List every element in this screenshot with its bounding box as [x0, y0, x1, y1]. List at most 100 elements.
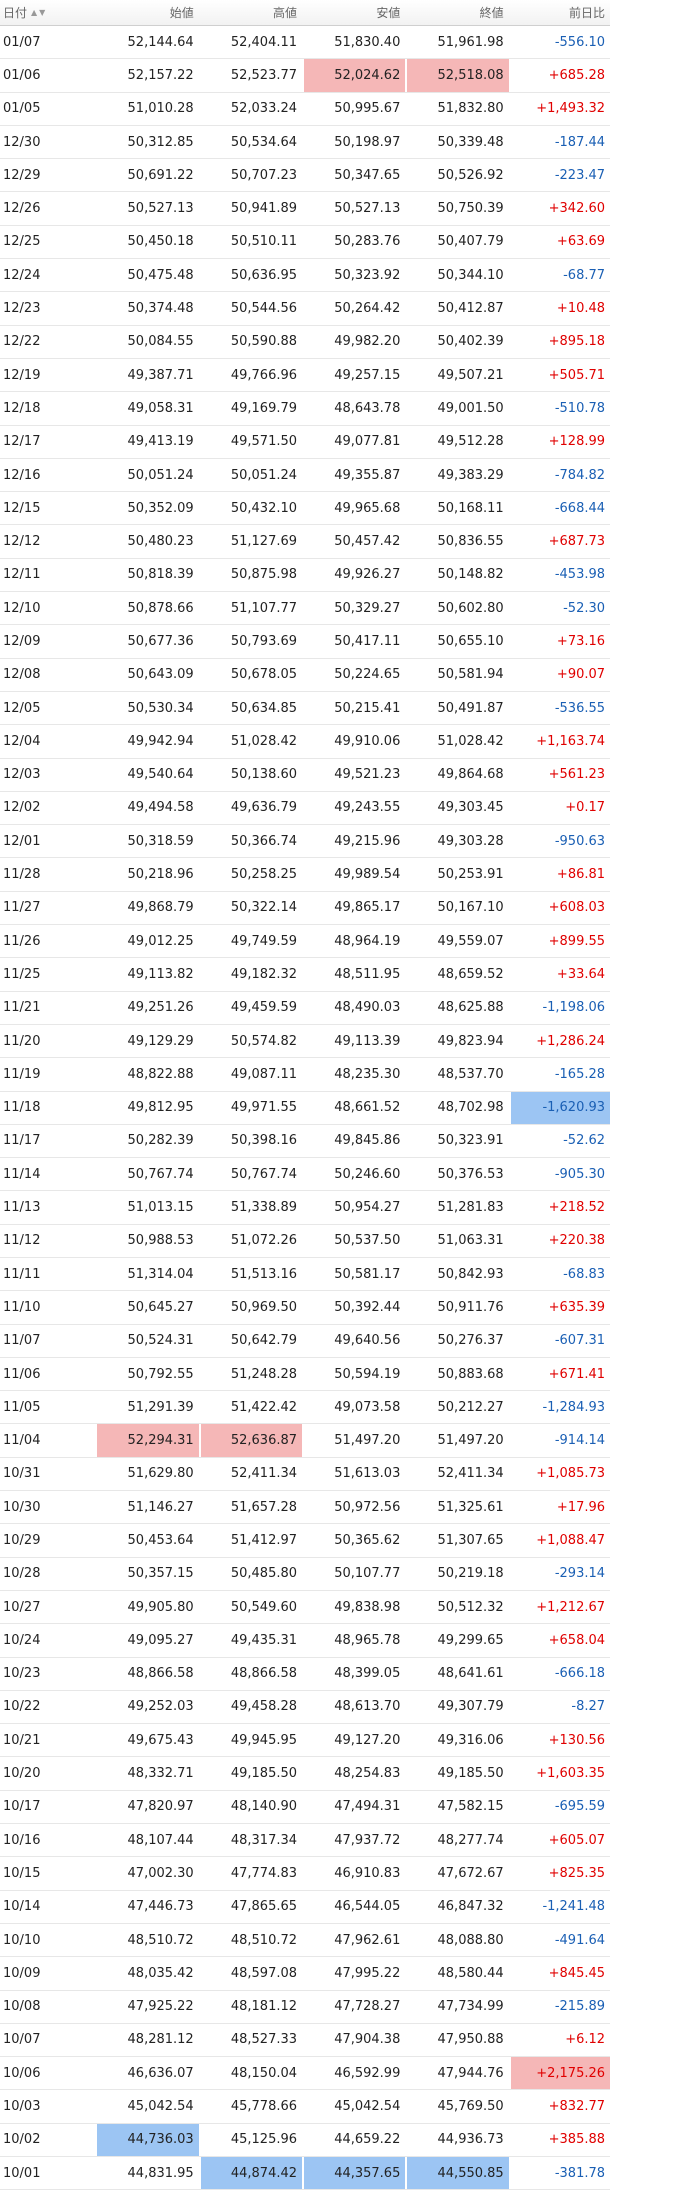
date-cell: 12/09	[3, 633, 41, 649]
close-cell: 50,323.91	[437, 1133, 504, 1149]
open-cell: 48,822.88	[127, 1066, 194, 1082]
change-cell: +832.77	[548, 2099, 606, 2115]
change-cell: +635.39	[548, 1299, 606, 1315]
date-cell: 10/09	[3, 1965, 41, 1981]
change-cell: -905.30	[554, 1166, 606, 1182]
high-cell: 51,072.26	[230, 1233, 298, 1249]
change-cell: +63.69	[556, 234, 606, 250]
date-cell: 11/11	[3, 1266, 41, 1282]
table-row: 12/30 50,312.85 50,534.64 50,198.97 50,339.4…	[0, 126, 610, 160]
header-close[interactable]: 終値	[407, 0, 508, 25]
sort-asc-icon[interactable]: ▲	[31, 8, 39, 17]
close-cell: 49,864.68	[437, 767, 504, 783]
sort-desc-icon[interactable]: ▼	[39, 8, 47, 17]
date-cell: 12/17	[3, 434, 41, 450]
table-body: 01/07 52,144.64 52,404.11 51,830.40 51,961.9…	[0, 26, 611, 2190]
table-row: 12/15 50,352.09 50,432.10 49,965.68 50,168.1…	[0, 492, 610, 526]
date-cell: 12/18	[3, 400, 41, 416]
close-cell: 48,537.70	[437, 1066, 504, 1082]
open-cell: 50,352.09	[127, 500, 194, 516]
change-cell: -1,198.06	[542, 1000, 606, 1016]
header-low[interactable]: 安値	[304, 0, 405, 25]
high-cell: 49,087.11	[230, 1066, 298, 1082]
change-cell: -510.78	[554, 400, 606, 416]
high-cell: 50,534.64	[230, 134, 298, 150]
low-cell: 48,490.03	[334, 1000, 401, 1016]
change-cell: +73.16	[556, 633, 606, 649]
high-cell: 50,793.69	[230, 633, 298, 649]
low-cell: 44,357.65	[304, 2157, 406, 2190]
open-cell: 49,905.80	[127, 1599, 194, 1615]
change-cell: -607.31	[554, 1333, 606, 1349]
change-cell: +671.41	[548, 1366, 606, 1382]
open-cell: 48,332.71	[127, 1766, 194, 1782]
low-cell: 50,283.76	[334, 234, 401, 250]
open-cell: 50,312.85	[127, 134, 194, 150]
date-cell: 11/28	[3, 867, 41, 883]
table-row: 11/26 49,012.25 49,749.59 48,964.19 49,559.0…	[0, 925, 610, 959]
header-date[interactable]: 日付 ▲▼	[0, 0, 97, 25]
high-cell: 48,597.08	[230, 1965, 298, 1981]
table-row: 10/09 48,035.42 48,597.08 47,995.22 48,580.4…	[0, 1957, 610, 1991]
table-row: 12/19 49,387.71 49,766.96 49,257.15 49,507.2…	[0, 359, 610, 393]
low-cell: 47,937.72	[334, 1832, 401, 1848]
date-cell: 10/15	[3, 1865, 41, 1881]
table-row: 12/29 50,691.22 50,707.23 50,347.65 50,526.9…	[0, 159, 610, 193]
high-cell: 52,523.77	[230, 67, 298, 83]
table-row: 12/01 50,318.59 50,366.74 49,215.96 49,303.2…	[0, 825, 610, 859]
high-cell: 49,945.95	[230, 1732, 298, 1748]
header-high[interactable]: 高値	[201, 0, 302, 25]
close-cell: 49,299.65	[437, 1632, 504, 1648]
change-cell: +658.04	[548, 1632, 606, 1648]
close-cell: 49,185.50	[437, 1766, 504, 1782]
low-cell: 50,215.41	[334, 700, 401, 716]
change-cell: -491.64	[554, 1932, 606, 1948]
close-cell: 49,507.21	[437, 367, 504, 383]
open-cell: 49,251.26	[127, 1000, 194, 1016]
high-cell: 50,636.95	[230, 267, 298, 283]
low-cell: 48,511.95	[334, 966, 401, 982]
close-cell: 50,344.10	[437, 267, 504, 283]
close-cell: 50,655.10	[437, 633, 504, 649]
price-history-table: 日付 ▲▼ 始値 高値 安値 終値 前日比 01/07 52,144.64 52,4…	[0, 0, 611, 2190]
table-row: 10/28 50,357.15 50,485.80 50,107.77 50,219.1…	[0, 1558, 610, 1591]
open-cell: 49,113.82	[127, 966, 194, 982]
close-cell: 50,219.18	[437, 1566, 504, 1582]
open-cell: 50,643.09	[127, 667, 194, 683]
close-cell: 48,702.98	[437, 1100, 504, 1116]
close-cell: 49,316.06	[437, 1732, 504, 1748]
open-cell: 48,107.44	[127, 1832, 194, 1848]
low-cell: 50,594.19	[334, 1366, 401, 1382]
close-cell: 51,281.83	[437, 1200, 504, 1216]
high-cell: 50,941.89	[230, 201, 298, 217]
change-cell: +10.48	[556, 301, 606, 317]
table-row: 10/29 50,453.64 51,412.97 50,365.62 51,307.6…	[0, 1524, 610, 1558]
open-cell: 50,691.22	[127, 167, 194, 183]
date-cell: 12/30	[3, 134, 41, 150]
close-cell: 50,412.87	[437, 301, 504, 317]
change-cell: +385.88	[548, 2132, 606, 2148]
change-cell: -556.10	[554, 34, 606, 50]
change-cell: -215.89	[554, 1999, 606, 2015]
table-row: 11/20 49,129.29 50,574.82 49,113.39 49,823.9…	[0, 1025, 610, 1059]
date-cell: 12/08	[3, 667, 41, 683]
open-cell: 50,357.15	[127, 1566, 194, 1582]
header-open[interactable]: 始値	[97, 0, 198, 25]
table-row: 11/27 49,868.79 50,322.14 49,865.17 50,167.1…	[0, 892, 610, 926]
close-cell: 48,580.44	[437, 1965, 504, 1981]
high-cell: 50,969.50	[230, 1299, 298, 1315]
change-cell: +218.52	[548, 1200, 606, 1216]
date-cell: 10/03	[3, 2099, 41, 2115]
low-cell: 50,224.65	[334, 667, 401, 683]
header-change[interactable]: 前日比	[511, 0, 610, 25]
low-cell: 50,995.67	[334, 101, 401, 117]
open-cell: 51,013.15	[127, 1200, 194, 1216]
change-cell: -165.28	[554, 1066, 606, 1082]
close-cell: 47,734.99	[437, 1999, 504, 2015]
low-cell: 45,042.54	[334, 2099, 401, 2115]
close-cell: 46,847.32	[437, 1899, 504, 1915]
low-cell: 46,592.99	[334, 2065, 401, 2081]
date-cell: 11/27	[3, 900, 41, 916]
high-cell: 50,322.14	[230, 900, 298, 916]
change-cell: +130.56	[548, 1732, 606, 1748]
